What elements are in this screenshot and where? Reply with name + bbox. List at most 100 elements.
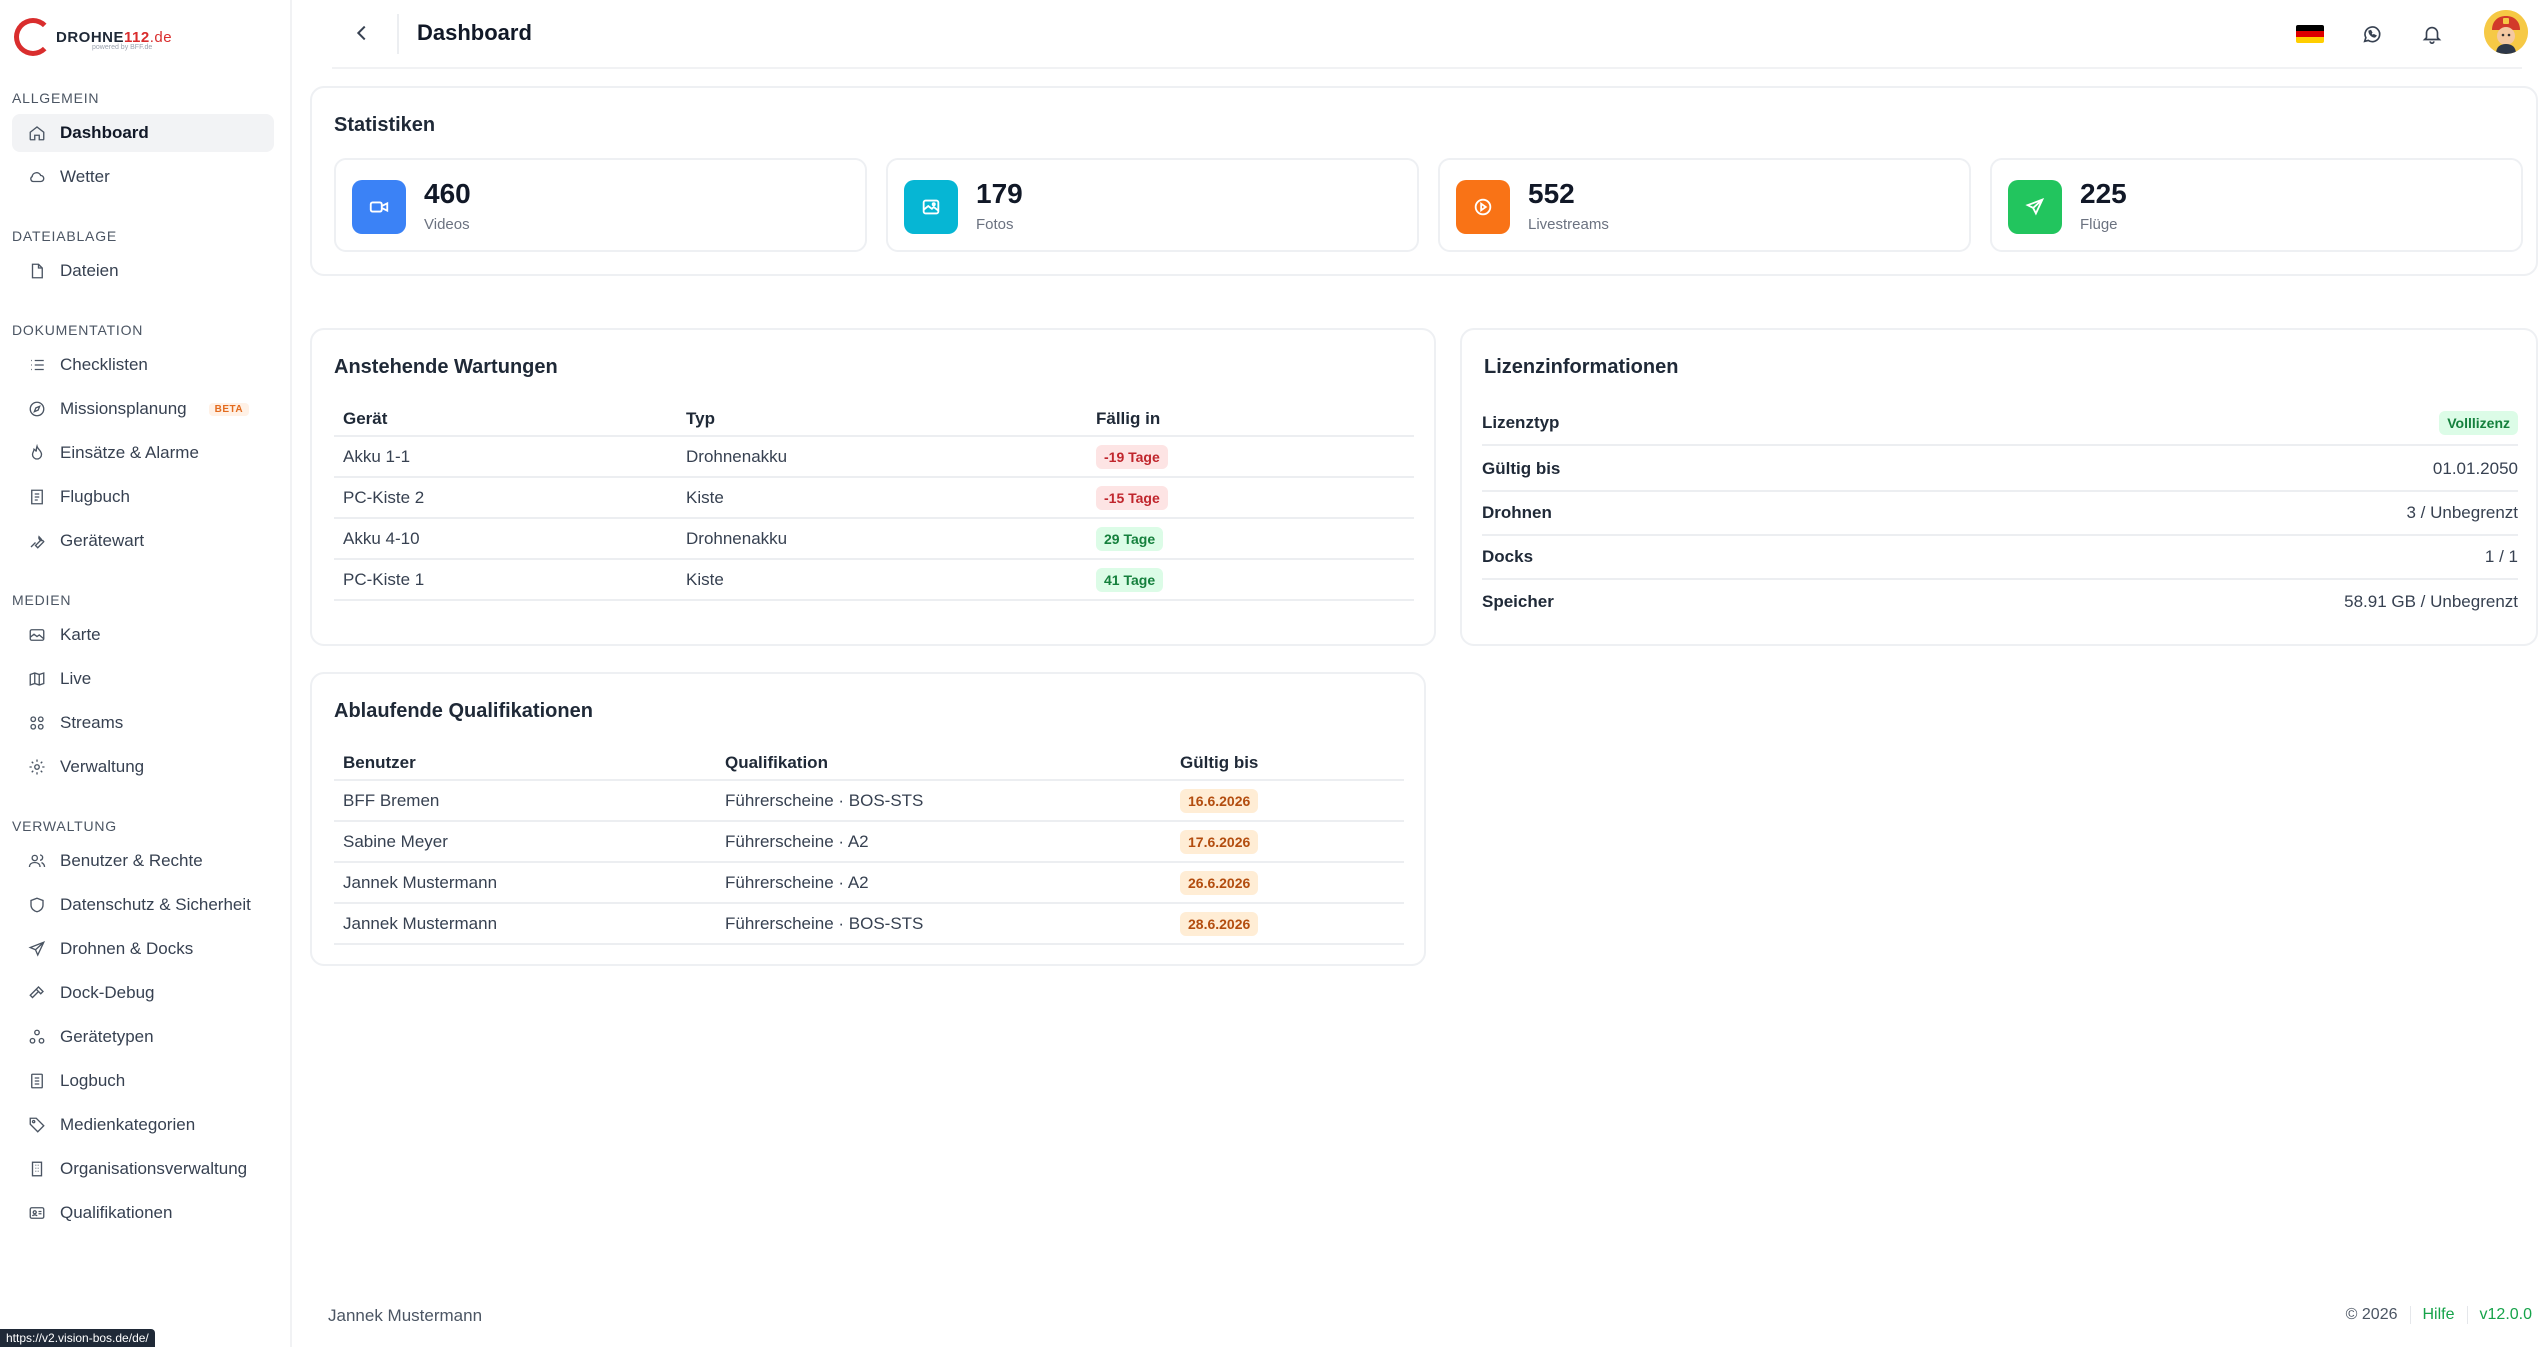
header-underline xyxy=(332,67,2522,69)
due-badge: 29 Tage xyxy=(1096,526,1164,551)
sidebar-item-medienkategorien[interactable]: Medienkategorien xyxy=(12,1106,274,1144)
sidebar-item-label: Einsätze & Alarme xyxy=(60,443,199,462)
sidebar-item-label: Dashboard xyxy=(60,123,149,142)
table-row[interactable]: Sabine Meyer Führerscheine · A2 17.6.202… xyxy=(334,821,1404,863)
sidebar-item-streams[interactable]: Streams xyxy=(12,704,274,742)
whatsapp-button[interactable] xyxy=(2354,16,2390,52)
valid-until-badge: 26.6.2026 xyxy=(1180,870,1259,895)
table-row[interactable]: Akku 4-10 Drohnenakku 29 Tage xyxy=(334,518,1414,560)
sidebar-item-benutzer-rechte[interactable]: Benutzer & Rechte xyxy=(12,842,274,880)
type-cell: Kiste xyxy=(677,477,1087,519)
page-title: Dashboard xyxy=(417,20,532,45)
stat-label: Videos xyxy=(424,216,470,233)
sidebar-item-label: Drohnen & Docks xyxy=(60,939,194,958)
back-button[interactable] xyxy=(347,18,377,48)
help-link[interactable]: Hilfe xyxy=(2423,1306,2455,1324)
license-key: Docks xyxy=(1482,547,1534,566)
license-row-type: Lizenztyp Volllizenz xyxy=(1482,402,2518,446)
sidebar-item-drohnen-docks[interactable]: Drohnen & Docks xyxy=(12,930,274,968)
notifications-button[interactable] xyxy=(2414,16,2450,52)
building-icon xyxy=(28,1160,46,1178)
license-row-storage: Speicher 58.91 GB / Unbegrenzt xyxy=(1482,580,2518,624)
sidebar-item-checklisten[interactable]: Checklisten xyxy=(12,346,274,384)
flame-icon xyxy=(28,444,46,462)
device-cell: Akku 1-1 xyxy=(334,436,677,478)
statistics-title: Statistiken xyxy=(334,114,436,136)
sidebar-item-einsaetze-alarme[interactable]: Einsätze & Alarme xyxy=(12,434,274,472)
license-row-drones: Drohnen 3 / Unbegrenzt xyxy=(1482,492,2518,536)
sidebar-item-qualifikationen[interactable]: Qualifikationen xyxy=(12,1194,274,1232)
stat-fotos[interactable]: 179 Fotos xyxy=(886,158,1419,252)
shield-icon xyxy=(28,896,46,914)
sidebar-item-geraetewart[interactable]: Gerätewart xyxy=(12,522,274,560)
map-icon xyxy=(28,626,46,644)
sidebar-item-live[interactable]: Live xyxy=(12,660,274,698)
stat-icon-bg xyxy=(904,180,958,234)
id-card-icon xyxy=(28,1204,46,1222)
table-row[interactable]: Jannek Mustermann Führerscheine · A2 26.… xyxy=(334,862,1404,904)
logo-mark-icon xyxy=(14,18,52,56)
sidebar-item-logbuch[interactable]: Logbuch xyxy=(12,1062,274,1100)
hammer-icon xyxy=(28,984,46,1002)
table-row[interactable]: Jannek Mustermann Führerscheine · BOS-ST… xyxy=(334,903,1404,945)
logo-text: DROHNE112.de xyxy=(56,28,173,46)
sidebar-item-verwaltung-medien[interactable]: Verwaltung xyxy=(12,748,274,786)
table-row[interactable]: PC-Kiste 2 Kiste -15 Tage xyxy=(334,477,1414,519)
qualifications-table: Benutzer Qualifikation Gültig bis BFF Br… xyxy=(334,742,1404,945)
sidebar-item-dock-debug[interactable]: Dock-Debug xyxy=(12,974,274,1012)
footer-meta: © 2026 Hilfe v12.0.0 xyxy=(2346,1306,2532,1324)
sidebar-item-dateien[interactable]: Dateien xyxy=(12,252,274,290)
footer-username: Jannek Mustermann xyxy=(328,1306,483,1325)
stat-label: Flüge xyxy=(2080,216,2118,233)
language-button[interactable] xyxy=(2292,16,2328,52)
header-divider xyxy=(397,14,399,54)
status-bar-url: https://v2.vision-bos.de/de/ xyxy=(0,1329,155,1347)
stat-icon-bg xyxy=(2008,180,2062,234)
sidebar-item-datenschutz[interactable]: Datenschutz & Sicherheit xyxy=(12,886,274,924)
compass-icon xyxy=(28,400,46,418)
section-title-dateiablage: Dateiablage xyxy=(12,228,118,244)
device-cell: PC-Kiste 2 xyxy=(334,477,677,519)
license-key: Gültig bis xyxy=(1482,459,1561,478)
sidebar-item-flugbuch[interactable]: Flugbuch xyxy=(12,478,274,516)
shapes-icon xyxy=(28,1028,46,1046)
license-type-badge: Volllizenz xyxy=(2439,411,2518,435)
license-card: Lizenzinformationen Lizenztyp Volllizenz… xyxy=(1460,328,2538,646)
sidebar-item-label: Checklisten xyxy=(60,355,148,374)
sidebar-item-karte[interactable]: Karte xyxy=(12,616,274,654)
user-avatar[interactable] xyxy=(2484,10,2528,54)
sidebar-item-dashboard[interactable]: Dashboard xyxy=(12,114,274,152)
table-row[interactable]: PC-Kiste 1 Kiste 41 Tage xyxy=(334,559,1414,601)
sidebar-item-label: Datenschutz & Sicherheit xyxy=(60,895,251,914)
top-header: Dashboard xyxy=(292,0,2548,69)
sidebar-item-missionsplanung[interactable]: Missionsplanung BETA xyxy=(12,390,274,428)
maintenance-title: Anstehende Wartungen xyxy=(334,356,558,378)
sidebar-item-label: Wetter xyxy=(60,167,110,186)
license-key: Lizenztyp xyxy=(1482,413,1560,432)
stat-value: 179 xyxy=(976,178,1023,209)
version-link[interactable]: v12.0.0 xyxy=(2480,1306,2532,1324)
chevron-left-icon xyxy=(356,25,366,41)
qualification-cell: Führerscheine · BOS-STS xyxy=(716,903,1171,945)
table-row[interactable]: BFF Bremen Führerscheine · BOS-STS 16.6.… xyxy=(334,780,1404,822)
sidebar-item-organisationsverwaltung[interactable]: Organisationsverwaltung xyxy=(12,1150,274,1188)
stat-videos[interactable]: 460 Videos xyxy=(334,158,867,252)
sidebar-item-geraetetypen[interactable]: Gerätetypen xyxy=(12,1018,274,1056)
section-title-allgemein: Allgemein xyxy=(12,90,100,106)
type-cell: Drohnenakku xyxy=(677,518,1087,560)
valid-until-badge: 17.6.2026 xyxy=(1180,829,1259,854)
sidebar-item-wetter[interactable]: Wetter xyxy=(12,158,274,196)
table-row[interactable]: Akku 1-1 Drohnenakku -19 Tage xyxy=(334,436,1414,478)
stat-fluege[interactable]: 225 Flüge xyxy=(1990,158,2523,252)
play-circle-icon xyxy=(1474,198,1492,216)
video-icon xyxy=(369,201,389,213)
file-icon xyxy=(28,262,46,280)
license-row-docks: Docks 1 / 1 xyxy=(1482,536,2518,580)
list-icon xyxy=(28,356,46,374)
footer-separator xyxy=(2466,1306,2468,1324)
sidebar-item-label: Karte xyxy=(60,625,101,644)
stat-livestreams[interactable]: 552 Livestreams xyxy=(1438,158,1971,252)
stat-icon-bg xyxy=(352,180,406,234)
qualifications-card: Ablaufende Qualifikationen Benutzer Qual… xyxy=(310,672,1426,966)
user-cell: Jannek Mustermann xyxy=(334,903,716,945)
